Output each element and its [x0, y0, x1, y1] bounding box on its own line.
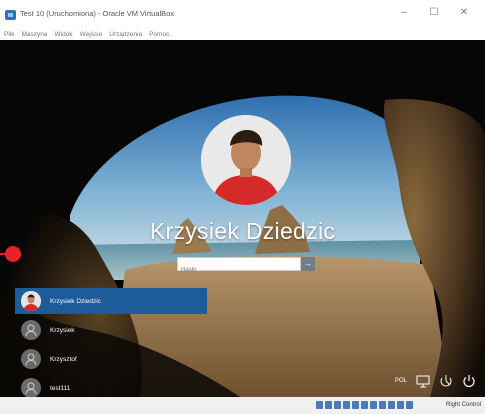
user-item-krzysiek-dziedzic[interactable]: Krzysiek Dziedzic: [15, 288, 207, 314]
shared-folders-icon[interactable]: [361, 401, 368, 409]
guest-screen[interactable]: Krzysiek Dziedzic → Krzysiek Dziedzic Kr…: [0, 40, 485, 397]
optical-drive-icon[interactable]: [325, 401, 332, 409]
host-key-label: Right Control: [445, 402, 481, 408]
maximize-button[interactable]: ☐: [419, 6, 449, 20]
menu-item-input[interactable]: Wejście: [80, 30, 103, 40]
keyboard-icon[interactable]: [406, 401, 413, 409]
language-indicator[interactable]: POL: [395, 378, 407, 384]
user-item-label: Krzysztof: [50, 355, 77, 363]
default-user-icon: [21, 349, 41, 369]
annotation-marker: [5, 246, 21, 262]
user-avatar-large: [201, 115, 291, 205]
default-user-icon: [21, 378, 41, 397]
hard-disk-icon[interactable]: [316, 401, 323, 409]
mouse-integration-icon[interactable]: [397, 401, 404, 409]
lockscreen-tray: POL: [395, 374, 476, 388]
usb-icon[interactable]: [352, 401, 359, 409]
ease-of-access-icon[interactable]: [439, 374, 453, 388]
recording-icon[interactable]: [379, 401, 386, 409]
default-user-icon: [21, 320, 41, 340]
minimize-button[interactable]: –: [389, 6, 419, 20]
display-icon[interactable]: [370, 401, 377, 409]
virtualbox-logo-icon: [5, 10, 16, 20]
device-status-icons: [316, 401, 413, 409]
audio-icon[interactable]: [334, 401, 341, 409]
user-item-label: Krzysiek Dziedzic: [50, 297, 101, 305]
menu-item-devices[interactable]: Urządzenia: [109, 30, 142, 40]
menu-item-file[interactable]: Plik: [4, 30, 14, 40]
user-photo-icon: [21, 291, 41, 311]
user-item-label: Krzysiek: [50, 326, 75, 334]
user-photo-icon: [201, 115, 291, 205]
user-item-label: test111: [50, 384, 71, 392]
network-icon[interactable]: [416, 374, 430, 388]
menu-item-view[interactable]: Widok: [55, 30, 73, 40]
vm-statusbar: Right Control: [0, 397, 485, 414]
password-input[interactable]: [178, 264, 300, 276]
user-list: Krzysiek Dziedzic Krzysiek Krzysztof tes…: [15, 288, 207, 397]
close-button[interactable]: ✕: [449, 6, 479, 20]
menu-item-help[interactable]: Pomoc: [149, 30, 169, 40]
menu-bar: Plik Maszyna Widok Wejście Urządzenia Po…: [0, 30, 485, 40]
cpu-icon[interactable]: [388, 401, 395, 409]
password-field[interactable]: [177, 257, 301, 276]
user-item-test111[interactable]: test111: [15, 375, 207, 397]
window-controls: – ☐ ✕: [389, 6, 479, 20]
user-item-krzysztof[interactable]: Krzysztof: [15, 346, 207, 372]
menu-item-machine[interactable]: Maszyna: [21, 30, 47, 40]
window-titlebar: Test 10 (Uruchomiona) - Oracle VM Virtua…: [0, 0, 485, 30]
power-icon[interactable]: [462, 374, 476, 388]
network-adapter-icon[interactable]: [343, 401, 350, 409]
user-name-heading: Krzysiek Dziedzic: [149, 218, 336, 244]
submit-arrow-button[interactable]: →: [301, 257, 315, 271]
window-title: Test 10 (Uruchomiona) - Oracle VM Virtua…: [20, 9, 175, 18]
user-item-krzysiek[interactable]: Krzysiek: [15, 317, 207, 343]
